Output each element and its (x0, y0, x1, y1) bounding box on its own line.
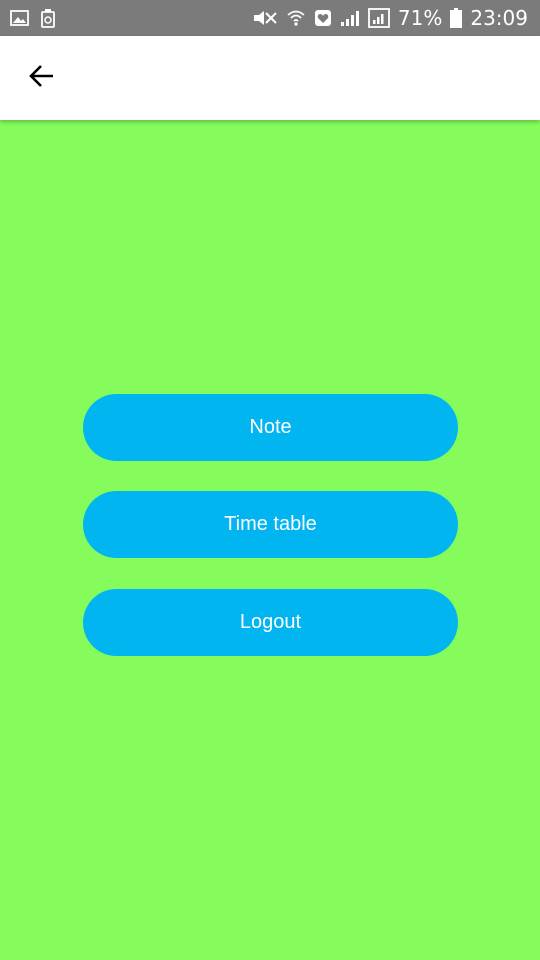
arrow-back-icon (28, 62, 56, 95)
note-button[interactable]: Note (83, 394, 458, 461)
signal-box-icon (368, 8, 390, 28)
battery-percent: 71% (397, 6, 443, 30)
wifi-icon (286, 8, 306, 28)
heart-icon (314, 9, 332, 27)
status-right-icons: 71% 23:09 (252, 0, 528, 36)
main-content: Note Time table Logout (0, 120, 540, 960)
status-bar: 71% 23:09 (0, 0, 540, 36)
logout-button[interactable]: Logout (83, 589, 458, 656)
time-table-button[interactable]: Time table (83, 491, 458, 558)
recycle-icon (40, 8, 56, 28)
app-bar (0, 36, 540, 120)
battery-icon (450, 8, 463, 28)
mute-icon (252, 8, 278, 28)
image-icon (10, 9, 30, 27)
back-button[interactable] (22, 58, 62, 98)
signal-icon (340, 9, 360, 27)
status-time: 23:09 (470, 6, 528, 30)
status-left-icons (10, 0, 56, 36)
